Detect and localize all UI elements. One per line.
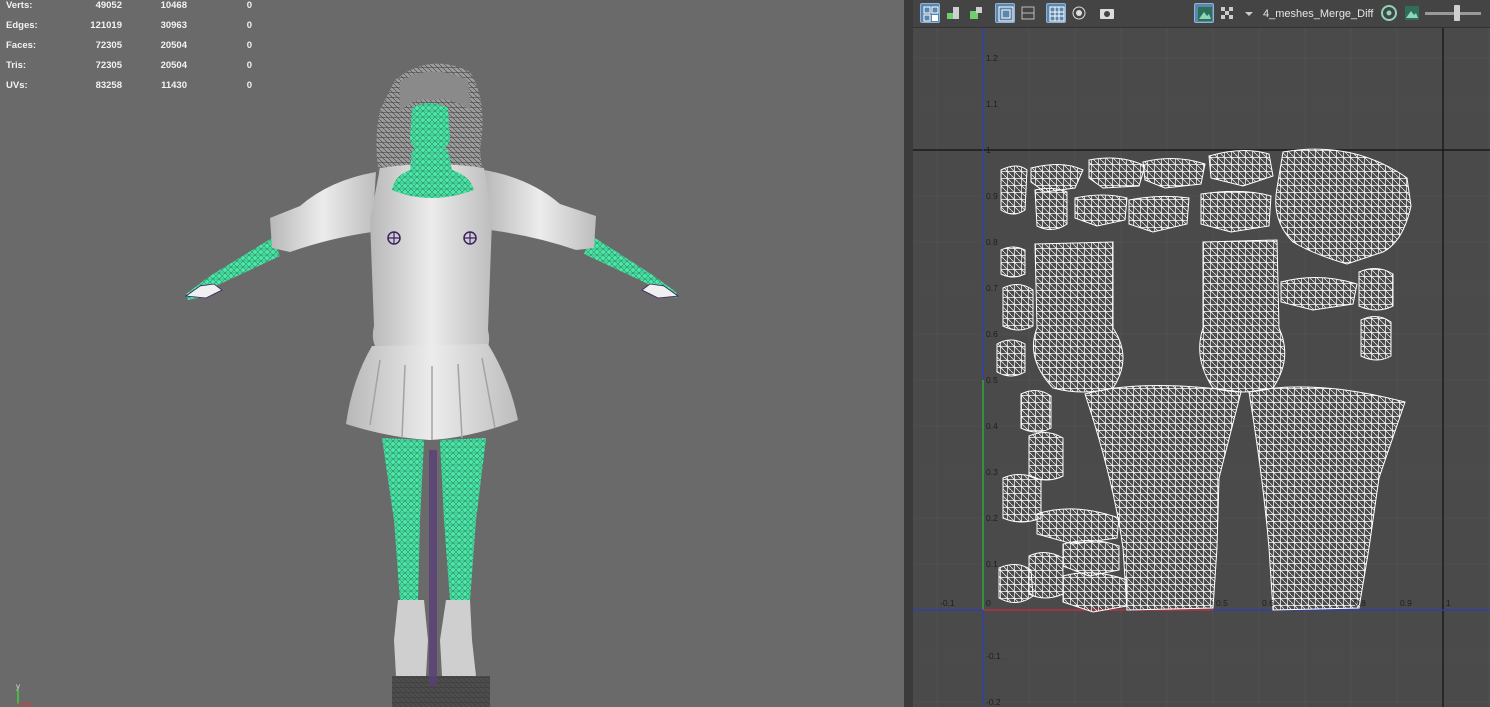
uv-shell [1028,432,1064,481]
uv-shell [1208,150,1274,187]
uv-shell [1000,165,1028,215]
joint-marker[interactable] [463,231,477,245]
frame-icon[interactable] [1018,3,1038,23]
uv-shell [1034,187,1068,230]
v-tick-label: 0.2 [986,513,998,523]
u-tick-label: -0.1 [940,598,955,608]
axis-label: y [16,682,20,691]
isolate-icon[interactable] [1069,3,1089,23]
pane-divider[interactable] [904,0,913,707]
left-shoe [394,600,428,676]
snapshot-icon[interactable] [1097,3,1117,23]
grid-snap-icon[interactable] [966,3,986,23]
uv-shell [1028,552,1064,599]
u-tick-label: 0.9 [1400,598,1412,608]
checker-icon[interactable] [1217,3,1237,23]
uv-editor-panel[interactable]: 4_meshes_Merge_Diff -0.1 0 0.5 0.6 0.8 0… [913,0,1490,707]
v-tick-label: 1.2 [986,53,998,63]
uv-shell [1002,474,1042,523]
uv-shell [1248,386,1406,611]
floor-grid [392,676,490,707]
image-display-icon[interactable] [1194,3,1214,23]
u-tick-label: 1 [1446,598,1451,608]
uv-shell [1199,239,1286,393]
uv-shell [1275,148,1412,265]
right-sleeve [484,170,596,250]
v-tick-label: 1 [986,145,991,155]
uv-shell [1074,194,1128,227]
texture-icon[interactable] [1402,3,1422,23]
uv-grid-canvas[interactable]: -0.1 0 0.5 0.6 0.8 0.9 1 1.2 1.1 1 0.9 0.8 0.7 0.6 0.5… [913,28,1490,707]
u-tick-label: 0 [986,598,991,608]
uv-shell [1002,284,1034,331]
uv-sync-icon[interactable] [1379,3,1399,23]
v-tick-label: 0.1 [986,559,998,569]
v-tick-label: 0.3 [986,467,998,477]
uv-shell [1128,195,1190,233]
uv-shell [1200,190,1272,233]
uv-shells [996,148,1412,613]
uv-shell [1062,572,1128,613]
v-tick-label: 0.5 [986,375,998,385]
uv-editor-toolbar: 4_meshes_Merge_Diff [913,0,1490,28]
perspective-viewport[interactable]: Verts: 49052 10468 0 Edges: 121019 30963… [0,0,904,707]
v-tick-label: 0.6 [986,329,998,339]
character-model[interactable] [0,0,904,707]
v-tick-label: -0.1 [986,651,1001,661]
uv-shell [996,339,1026,377]
v-tick-label: 0.4 [986,421,998,431]
uv-shell [1142,158,1206,189]
uv-shell [1088,157,1146,189]
wireframe-toggle-icon[interactable] [995,3,1015,23]
left-sleeve [270,172,376,252]
v-tick-label: 0.7 [986,283,998,293]
joint-marker[interactable] [387,231,401,245]
u-tick-label: 0.8 [1354,598,1366,608]
uv-shell [1360,316,1392,361]
uv-shell-display-icon[interactable] [920,3,940,23]
uv-shell [1358,268,1394,311]
brightness-slider-track[interactable] [1425,12,1481,15]
uv-shell [998,564,1034,603]
uv-shell [1062,540,1120,577]
u-tick-label: 0.5 [1216,598,1228,608]
filter-icon[interactable] [943,3,963,23]
uv-shell [1036,508,1120,545]
right-shoe [440,600,476,676]
texture-name-label[interactable]: 4_meshes_Merge_Diff [1263,8,1373,20]
uv-shell [1000,246,1026,278]
uv-shell [1020,390,1052,433]
uv-shell [1032,241,1124,393]
uv-shell [1030,164,1084,193]
uv-shell [1280,276,1358,311]
view-axis-indicator: y [10,682,40,707]
v-tick-label: 0.8 [986,237,998,247]
brightness-slider-handle[interactable] [1454,5,1460,21]
v-tick-label: 0.9 [986,191,998,201]
grid-toggle-icon[interactable] [1046,3,1066,23]
v-tick-label: -0.2 [986,697,1001,707]
dropdown-arrow-icon[interactable] [1239,3,1253,23]
u-tick-label: 0.6 [1262,598,1274,608]
v-tick-label: 1.1 [986,99,998,109]
